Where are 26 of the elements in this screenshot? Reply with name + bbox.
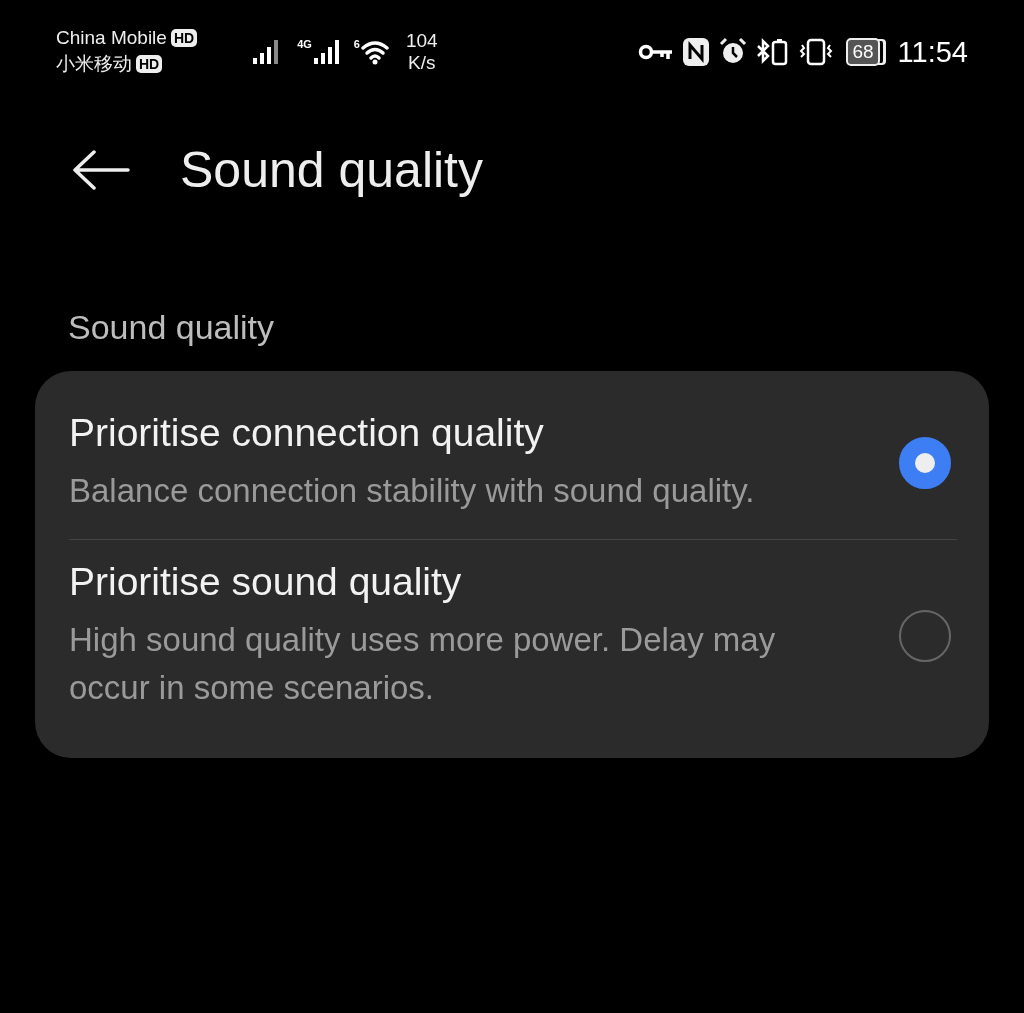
- back-button[interactable]: [72, 150, 130, 190]
- speed-unit: K/s: [408, 52, 436, 74]
- section-label: Sound quality: [68, 308, 275, 346]
- speed-value: 104: [405, 30, 438, 52]
- key-icon: [638, 42, 675, 62]
- back-arrow-icon: [72, 150, 130, 190]
- network-type: 4G: [297, 38, 312, 50]
- option-description: High sound quality uses more power. Delay may occur in some scenarios.: [69, 620, 777, 708]
- nfc-icon: [682, 37, 711, 67]
- wifi-icon: [359, 38, 390, 66]
- hd-badge: HD: [136, 55, 163, 73]
- battery-level: 68: [852, 41, 874, 63]
- option-row[interactable]: Prioritise sound quality High sound quality uses more power. Delay may occur in some scenarios.: [69, 540, 955, 736]
- radio-button[interactable]: [899, 437, 951, 489]
- carrier-name: China Mobile: [56, 27, 167, 49]
- option-title: Prioritise sound quality: [69, 560, 463, 604]
- carrier-name: 小米移动: [56, 52, 132, 76]
- option-description: Balance connection stability with sound quality.: [69, 471, 756, 511]
- radio-button[interactable]: [899, 610, 951, 662]
- hd-badge: HD: [170, 29, 198, 47]
- option-row[interactable]: Prioritise connection quality Balance connection stability with sound quality.: [69, 391, 955, 539]
- page-title: Sound quality: [180, 141, 483, 199]
- vibrate-icon: [798, 37, 835, 67]
- clock-time: 11:54: [897, 35, 968, 69]
- wifi-label: 6: [353, 38, 360, 50]
- option-title: Prioritise connection quality: [69, 411, 545, 455]
